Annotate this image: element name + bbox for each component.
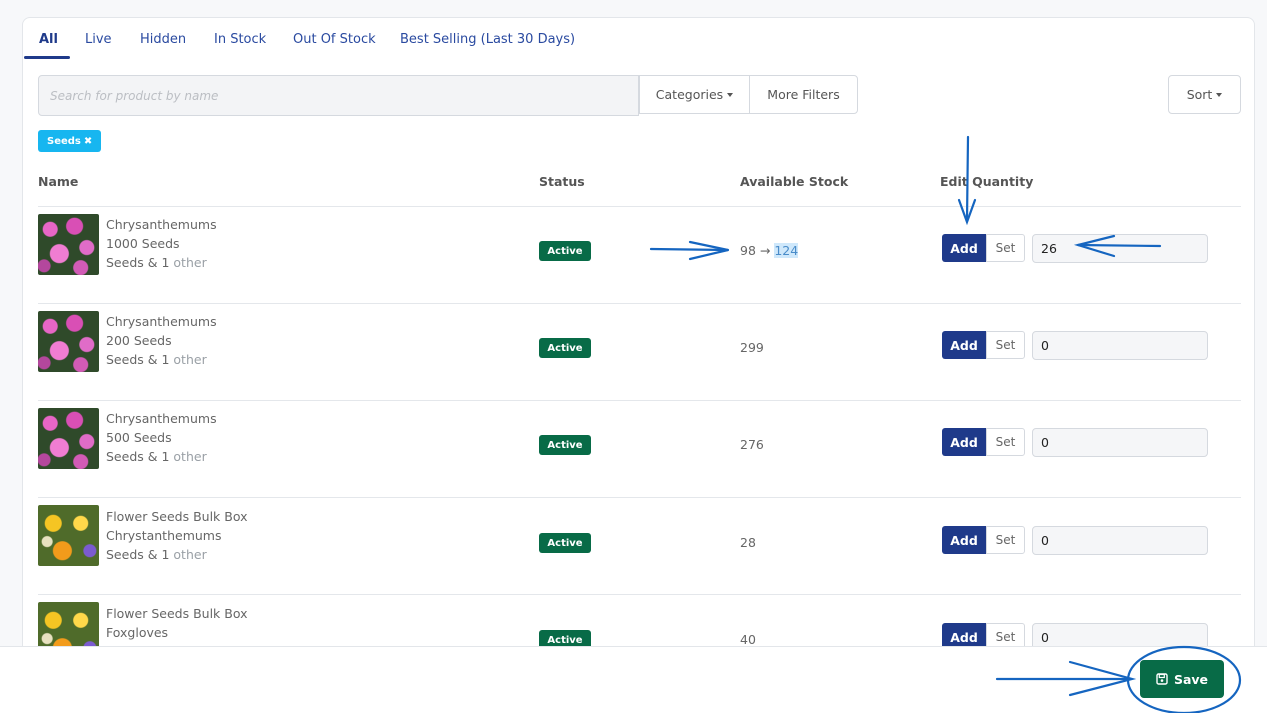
product-variant: Chrystanthemums [106,528,222,543]
add-button[interactable]: Add [942,234,986,262]
tab-best-selling[interactable]: Best Selling (Last 30 Days) [400,32,575,47]
product-title: Chrysanthemums [106,314,217,329]
stock-before: 98 [740,243,756,258]
product-title: Flower Seeds Bulk Box [106,606,248,621]
status-badge: Active [539,533,591,553]
status-badge: Active [539,435,591,455]
more-filters-button[interactable]: More Filters [749,75,858,114]
product-category: Seeds & 1 other [106,253,207,272]
quantity-input[interactable] [1032,526,1208,555]
set-button[interactable]: Set [986,234,1025,262]
tab-all[interactable]: All [39,32,58,47]
arrow-right-icon: → [759,243,771,258]
quantity-input[interactable] [1032,331,1208,360]
product-variant: Foxgloves [106,625,169,640]
categories-dropdown[interactable]: Categories [639,75,750,114]
product-thumbnail [38,214,99,275]
product-thumbnail [38,505,99,566]
set-button[interactable]: Set [986,331,1025,359]
product-category: Seeds & 1 other [106,350,207,369]
product-thumbnail [38,408,99,469]
sort-label: Sort [1186,87,1213,102]
product-title: Chrysanthemums [106,411,217,426]
caret-down-icon [1216,92,1223,97]
stock-value: 98 → 124 [740,243,799,258]
category-more-link[interactable]: other [173,547,206,562]
category-more-link[interactable]: other [173,352,206,367]
add-button[interactable]: Add [942,428,986,456]
caret-down-icon [727,92,734,97]
product-variant: 1000 Seeds [106,236,180,251]
category-more-link[interactable]: other [173,449,206,464]
more-filters-label: More Filters [767,87,840,102]
stock-value: 28 [740,535,756,550]
column-header-edit-quantity: Edit Quantity [940,174,1034,189]
chip-label: Seeds [47,135,81,147]
tab-out-of-stock[interactable]: Out Of Stock [293,32,376,47]
set-button[interactable]: Set [986,428,1025,456]
product-inventory-card: All Live Hidden In Stock Out Of Stock Be… [22,17,1255,713]
product-variant: 200 Seeds [106,333,172,348]
stock-value: 40 [740,632,756,647]
sort-dropdown[interactable]: Sort [1168,75,1241,114]
add-button[interactable]: Add [942,331,986,359]
product-category: Seeds & 1 other [106,447,207,466]
add-button[interactable]: Add [942,526,986,554]
active-filter-chip[interactable]: Seeds ✖ [38,130,102,152]
category-more-link[interactable]: other [173,255,206,270]
category-label: Seeds & 1 [106,255,170,270]
floppy-disk-icon [1156,673,1168,685]
tab-hidden[interactable]: Hidden [140,32,186,47]
search-input[interactable] [38,75,639,116]
category-label: Seeds & 1 [106,449,170,464]
stock-after: 124 [774,243,799,258]
product-variant: 500 Seeds [106,430,172,445]
table-row: Chrysanthemums 1000 Seeds Seeds & 1 othe… [38,206,1241,303]
product-category: Seeds & 1 other [106,545,207,564]
product-title: Flower Seeds Bulk Box [106,509,248,524]
categories-label: Categories [655,87,724,102]
set-button[interactable]: Set [986,526,1025,554]
footer-bar [0,646,1267,713]
category-label: Seeds & 1 [106,352,170,367]
filter-tabs: All Live Hidden In Stock Out Of Stock Be… [23,18,1254,61]
quantity-input[interactable] [1032,428,1208,457]
status-badge: Active [539,338,591,358]
stock-value: 299 [740,340,764,355]
close-icon[interactable]: ✖ [84,136,92,147]
quantity-input[interactable] [1032,234,1208,263]
product-title: Chrysanthemums [106,217,217,232]
save-label: Save [1173,671,1209,687]
tab-live[interactable]: Live [85,32,112,47]
table-row: Chrysanthemums 500 Seeds Seeds & 1 other… [38,400,1241,497]
status-badge: Active [539,241,591,261]
product-thumbnail [38,311,99,372]
tab-in-stock[interactable]: In Stock [214,32,266,47]
column-header-status: Status [539,174,585,189]
active-tab-indicator [24,56,70,59]
save-button[interactable]: Save [1140,660,1224,698]
table-row: Chrysanthemums 200 Seeds Seeds & 1 other… [38,303,1241,400]
column-header-stock: Available Stock [740,174,849,189]
category-label: Seeds & 1 [106,547,170,562]
stock-value: 276 [740,437,764,452]
column-header-name: Name [38,174,79,189]
table-row: Flower Seeds Bulk Box Chrystanthemums Se… [38,497,1241,594]
